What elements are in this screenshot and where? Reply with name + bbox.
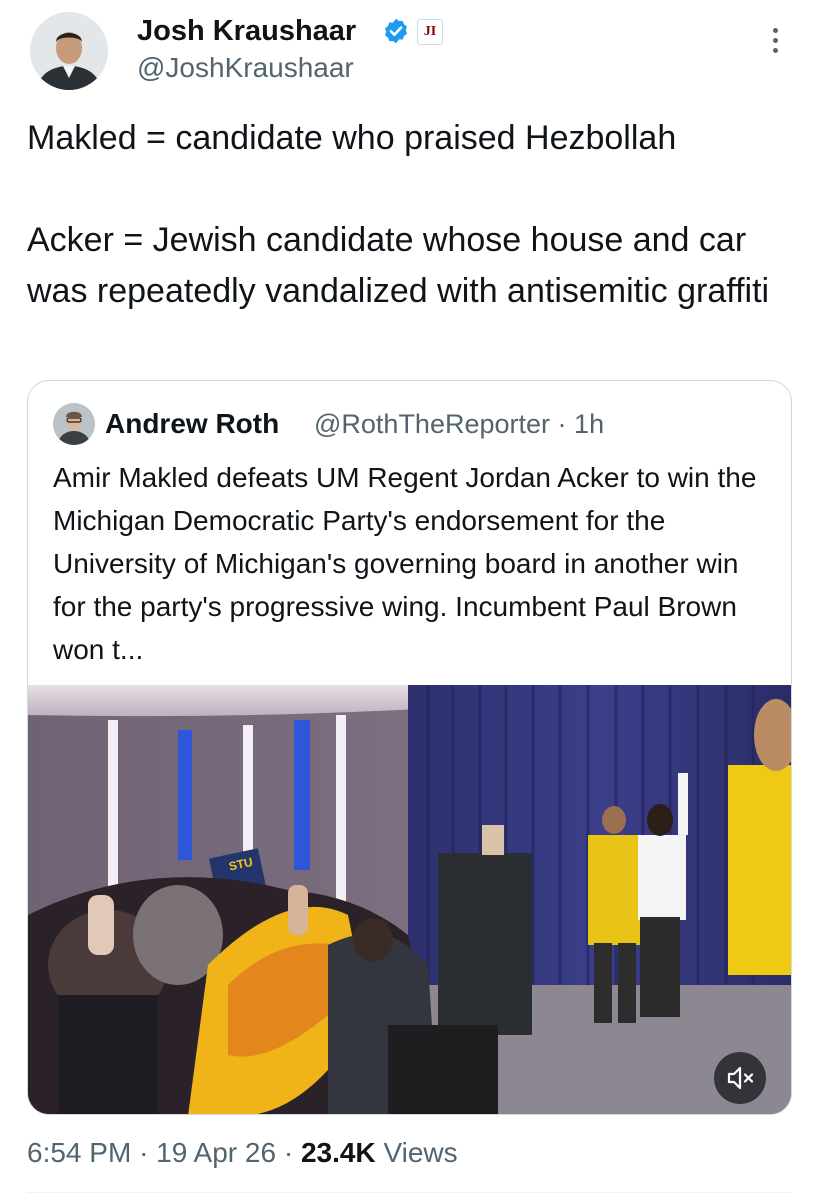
video-frame: STU [28, 685, 791, 1114]
video-player[interactable]: STU [28, 685, 791, 1114]
tweet-metadata: 6:54 PM · 19 Apr 26 · 23.4K Views [27, 1136, 458, 1170]
speaker-muted-icon [727, 1066, 754, 1090]
quoted-tweet-card[interactable]: Andrew Roth @RothTheReporter · 1h Amir M… [27, 380, 792, 1115]
tweet-time[interactable]: 6:54 PM [27, 1137, 131, 1168]
quoted-author-name[interactable]: Andrew Roth [105, 408, 279, 440]
affiliation-badge[interactable]: JI [417, 19, 443, 45]
tweet-text: Makled = candidate who praised Hezbollah… [27, 113, 802, 317]
quoted-tweet-text: Amir Makled defeats UM Regent Jordan Ack… [53, 462, 757, 665]
author-handle[interactable]: @JoshKraushaar [137, 51, 354, 85]
mute-toggle-button[interactable] [714, 1052, 766, 1104]
verified-badge-icon [382, 17, 410, 45]
tweet-paragraph: Acker = Jewish candidate whose house and… [27, 221, 770, 310]
tweet-date[interactable]: 19 Apr 26 [156, 1137, 276, 1168]
views-label: Views [383, 1137, 458, 1168]
separator-dot: · [139, 1137, 149, 1168]
author-avatar[interactable] [30, 12, 108, 90]
divider [27, 1192, 792, 1193]
quoted-author-meta: @RothTheReporter · 1h [314, 408, 604, 440]
author-name[interactable]: Josh Kraushaar [137, 14, 356, 48]
quoted-timestamp[interactable]: 1h [574, 409, 604, 439]
separator-dot: · [557, 409, 567, 439]
quoted-author-handle[interactable]: @RothTheReporter [314, 409, 550, 439]
views-count[interactable]: 23.4K [301, 1137, 376, 1168]
quoted-author-avatar[interactable] [53, 403, 95, 445]
separator-dot: · [283, 1137, 294, 1168]
more-options-icon[interactable] [765, 28, 785, 58]
tweet-paragraph: Makled = candidate who praised Hezbollah [27, 119, 677, 157]
